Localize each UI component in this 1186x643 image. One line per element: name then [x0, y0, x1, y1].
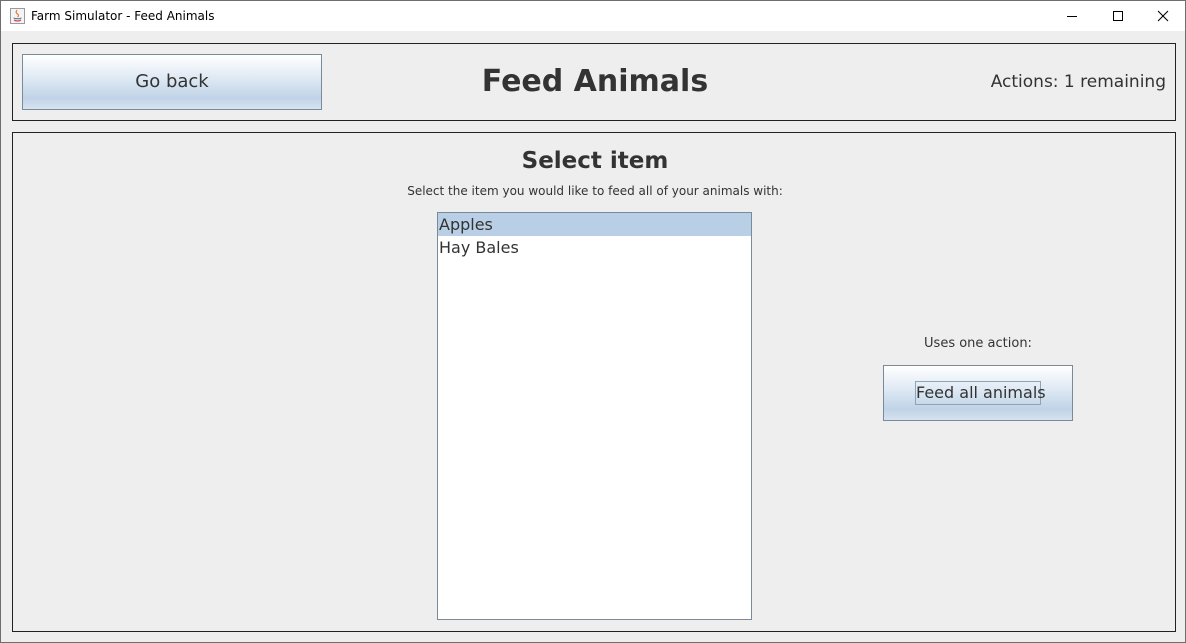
- window-title: Farm Simulator - Feed Animals: [31, 9, 215, 23]
- section-title: Select item: [521, 148, 669, 174]
- close-icon: [1157, 10, 1169, 22]
- close-button[interactable]: [1140, 1, 1186, 31]
- feed-all-animals-label: Feed all animals: [915, 381, 1046, 405]
- java-icon: [10, 8, 25, 24]
- list-item-apples[interactable]: Apples: [438, 213, 751, 236]
- title-bar[interactable]: Farm Simulator - Feed Animals: [1, 1, 1185, 31]
- app-window: Farm Simulator - Feed Animals Go back Fe…: [0, 0, 1186, 643]
- minimize-button[interactable]: [1049, 1, 1095, 31]
- main-panel: Select item Select the item you would li…: [12, 132, 1176, 632]
- list-item-hay-bales[interactable]: Hay Bales: [438, 236, 751, 259]
- minimize-icon: [1067, 16, 1077, 17]
- maximize-button[interactable]: [1095, 1, 1141, 31]
- go-back-button[interactable]: Go back: [22, 54, 322, 110]
- item-list[interactable]: Apples Hay Bales: [437, 212, 752, 620]
- header-panel: Go back Feed Animals Actions: 1 remainin…: [12, 43, 1176, 121]
- uses-action-label: Uses one action:: [924, 336, 1032, 351]
- feed-all-animals-button[interactable]: Feed all animals: [883, 365, 1073, 421]
- maximize-icon: [1113, 11, 1123, 21]
- actions-remaining-label: Actions: 1 remaining: [990, 72, 1166, 92]
- section-subtitle: Select the item you would like to feed a…: [407, 184, 783, 198]
